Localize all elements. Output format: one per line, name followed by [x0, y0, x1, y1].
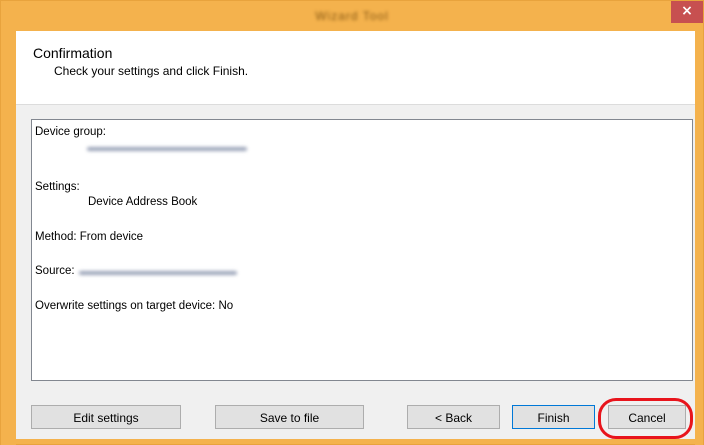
page-title: Confirmation — [33, 45, 113, 61]
wizard-header: Confirmation Check your settings and cli… — [16, 31, 695, 105]
button-bar: Edit settings Save to file < Back Finish… — [16, 391, 695, 440]
edit-settings-button[interactable]: Edit settings — [31, 405, 181, 429]
settings-summary-box[interactable]: Device group: Settings: Device Address B… — [31, 119, 693, 381]
device-group-value-redacted — [87, 147, 247, 151]
back-button[interactable]: < Back — [407, 405, 500, 429]
method-line: Method: From device — [35, 231, 144, 243]
cancel-highlight-annotation — [598, 398, 693, 439]
window-left-frame — [1, 31, 16, 445]
window-right-frame — [695, 31, 703, 445]
page-subtitle: Check your settings and click Finish. — [54, 64, 249, 78]
source-label: Source: — [35, 265, 75, 277]
device-group-label: Device group: — [35, 126, 106, 138]
window-title: Wizard Tool — [315, 9, 389, 23]
settings-label: Settings: — [35, 181, 80, 193]
wizard-window: Wizard Tool × Confirmation Check your se… — [0, 0, 704, 445]
title-bar[interactable]: Wizard Tool × — [1, 1, 703, 31]
finish-button[interactable]: Finish — [512, 405, 595, 429]
close-button[interactable]: × — [671, 1, 703, 23]
save-to-file-button[interactable]: Save to file — [215, 405, 364, 429]
settings-value: Device Address Book — [88, 196, 198, 208]
overwrite-line: Overwrite settings on target device: No — [35, 300, 234, 312]
close-icon: × — [681, 3, 693, 19]
source-value-redacted — [79, 271, 237, 275]
